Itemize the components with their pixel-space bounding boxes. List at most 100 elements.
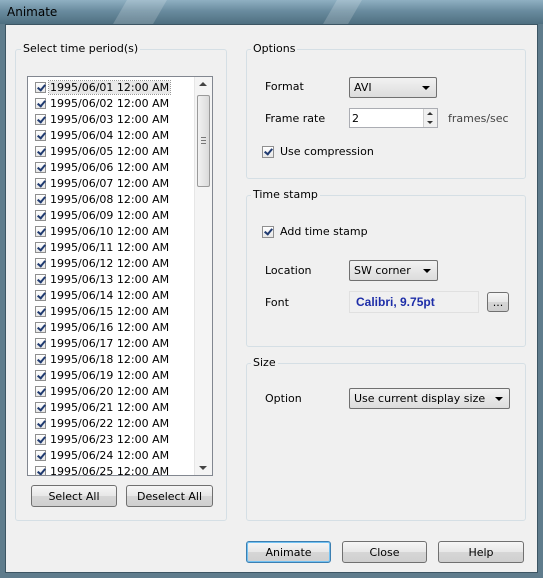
add-time-stamp-check-icon[interactable] (262, 225, 274, 238)
list-item[interactable]: 1995/06/12 12:00 AM (28, 255, 196, 271)
list-item-label: 1995/06/03 12:00 AM (50, 112, 170, 126)
scroll-thumb[interactable] (197, 95, 210, 187)
list-item[interactable]: 1995/06/20 12:00 AM (28, 383, 196, 399)
list-item[interactable]: 1995/06/09 12:00 AM (28, 207, 196, 223)
format-select[interactable]: AVI (349, 77, 437, 98)
list-item-label: 1995/06/20 12:00 AM (50, 384, 170, 398)
close-button[interactable]: Close (342, 541, 427, 563)
item-checkbox-icon[interactable] (35, 385, 46, 397)
location-select[interactable]: SW corner (349, 260, 438, 281)
size-option-label: Option (265, 392, 302, 405)
list-item[interactable]: 1995/06/02 12:00 AM (28, 95, 196, 111)
list-item[interactable]: 1995/06/15 12:00 AM (28, 303, 196, 319)
time-period-list[interactable]: 1995/06/01 12:00 AM 1995/06/02 12:00 AM 19… (27, 76, 213, 476)
list-scrollbar[interactable] (194, 77, 212, 475)
animate-button[interactable]: Animate (246, 541, 331, 563)
close-label: Close (369, 545, 400, 559)
item-checkbox-icon[interactable] (35, 113, 46, 125)
list-item-label: 1995/06/13 12:00 AM (50, 272, 170, 286)
time-period-legend: Select time period(s) (21, 42, 141, 55)
frame-rate-spinner[interactable]: 2 (349, 108, 438, 128)
list-item[interactable]: 1995/06/19 12:00 AM (28, 367, 196, 383)
list-item-label: 1995/06/25 12:00 AM (50, 464, 170, 476)
item-checkbox-icon[interactable] (35, 273, 46, 285)
font-preview: Calibri, 9.75pt (349, 291, 479, 313)
deselect-all-label: Deselect All (136, 489, 203, 503)
list-item-label: 1995/06/15 12:00 AM (50, 304, 170, 318)
item-checkbox-icon[interactable] (35, 417, 46, 429)
list-item[interactable]: 1995/06/17 12:00 AM (28, 335, 196, 351)
item-checkbox-icon[interactable] (35, 289, 46, 301)
list-item[interactable]: 1995/06/18 12:00 AM (28, 351, 196, 367)
list-item-label: 1995/06/08 12:00 AM (50, 192, 170, 206)
list-item-label: 1995/06/02 12:00 AM (50, 96, 170, 110)
list-item-label: 1995/06/07 12:00 AM (50, 176, 170, 190)
list-item-label: 1995/06/05 12:00 AM (50, 144, 170, 158)
format-label: Format (265, 80, 304, 93)
chevron-down-icon (495, 397, 503, 401)
select-all-button[interactable]: Select All (31, 485, 117, 507)
list-item[interactable]: 1995/06/10 12:00 AM (28, 223, 196, 239)
size-group: Size (246, 356, 526, 521)
list-item[interactable]: 1995/06/06 12:00 AM (28, 159, 196, 175)
list-item[interactable]: 1995/06/21 12:00 AM (28, 399, 196, 415)
item-checkbox-icon[interactable] (35, 241, 46, 253)
item-checkbox-icon[interactable] (35, 353, 46, 365)
list-item-label: 1995/06/11 12:00 AM (50, 240, 170, 254)
item-checkbox-icon[interactable] (35, 177, 46, 189)
list-item[interactable]: 1995/06/25 12:00 AM (28, 463, 196, 476)
options-legend: Options (251, 42, 298, 55)
add-time-stamp-checkbox[interactable]: Add time stamp (262, 225, 368, 238)
list-item[interactable]: 1995/06/24 12:00 AM (28, 447, 196, 463)
list-item[interactable]: 1995/06/16 12:00 AM (28, 319, 196, 335)
item-checkbox-icon[interactable] (35, 401, 46, 413)
list-item[interactable]: 1995/06/08 12:00 AM (28, 191, 196, 207)
scroll-up-icon[interactable] (199, 82, 207, 86)
list-item-label: 1995/06/09 12:00 AM (50, 208, 170, 222)
item-checkbox-icon[interactable] (35, 321, 46, 333)
item-checkbox-icon[interactable] (35, 449, 46, 461)
size-legend: Size (251, 356, 278, 369)
item-checkbox-icon[interactable] (35, 305, 46, 317)
list-item[interactable]: 1995/06/22 12:00 AM (28, 415, 196, 431)
list-item[interactable]: 1995/06/11 12:00 AM (28, 239, 196, 255)
size-option-value: Use current display size (354, 392, 486, 405)
frame-rate-label: Frame rate (265, 112, 326, 125)
list-item-label: 1995/06/21 12:00 AM (50, 400, 170, 414)
list-item[interactable]: 1995/06/14 12:00 AM (28, 287, 196, 303)
item-checkbox-icon[interactable] (35, 161, 46, 173)
list-item-label: 1995/06/14 12:00 AM (50, 288, 170, 302)
chevron-down-icon (423, 269, 431, 273)
item-checkbox-icon[interactable] (35, 465, 46, 475)
font-value: Calibri, 9.75pt (356, 295, 435, 309)
list-item[interactable]: 1995/06/03 12:00 AM (28, 111, 196, 127)
list-item[interactable]: 1995/06/05 12:00 AM (28, 143, 196, 159)
list-item[interactable]: 1995/06/23 12:00 AM (28, 431, 196, 447)
item-checkbox-icon[interactable] (35, 209, 46, 221)
use-compression-check-icon[interactable] (262, 145, 274, 158)
item-checkbox-icon[interactable] (35, 433, 46, 445)
item-checkbox-icon[interactable] (35, 145, 46, 157)
font-browse-button[interactable]: ... (487, 292, 509, 312)
size-option-select[interactable]: Use current display size (349, 388, 510, 409)
item-checkbox-icon[interactable] (35, 81, 46, 93)
deselect-all-button[interactable]: Deselect All (126, 485, 213, 507)
item-checkbox-icon[interactable] (35, 337, 46, 349)
list-item[interactable]: 1995/06/01 12:00 AM (28, 79, 196, 95)
spinner-buttons[interactable] (423, 109, 437, 127)
font-label: Font (265, 296, 289, 309)
list-item[interactable]: 1995/06/07 12:00 AM (28, 175, 196, 191)
item-checkbox-icon[interactable] (35, 257, 46, 269)
item-checkbox-icon[interactable] (35, 225, 46, 237)
item-checkbox-icon[interactable] (35, 97, 46, 109)
use-compression-checkbox[interactable]: Use compression (262, 145, 374, 158)
list-item[interactable]: 1995/06/13 12:00 AM (28, 271, 196, 287)
item-checkbox-icon[interactable] (35, 129, 46, 141)
list-item-label: 1995/06/23 12:00 AM (50, 432, 170, 446)
list-item[interactable]: 1995/06/04 12:00 AM (28, 127, 196, 143)
scroll-down-icon[interactable] (199, 466, 207, 470)
help-button[interactable]: Help (438, 541, 524, 563)
item-checkbox-icon[interactable] (35, 193, 46, 205)
item-checkbox-icon[interactable] (35, 369, 46, 381)
list-item-label: 1995/06/10 12:00 AM (50, 224, 170, 238)
